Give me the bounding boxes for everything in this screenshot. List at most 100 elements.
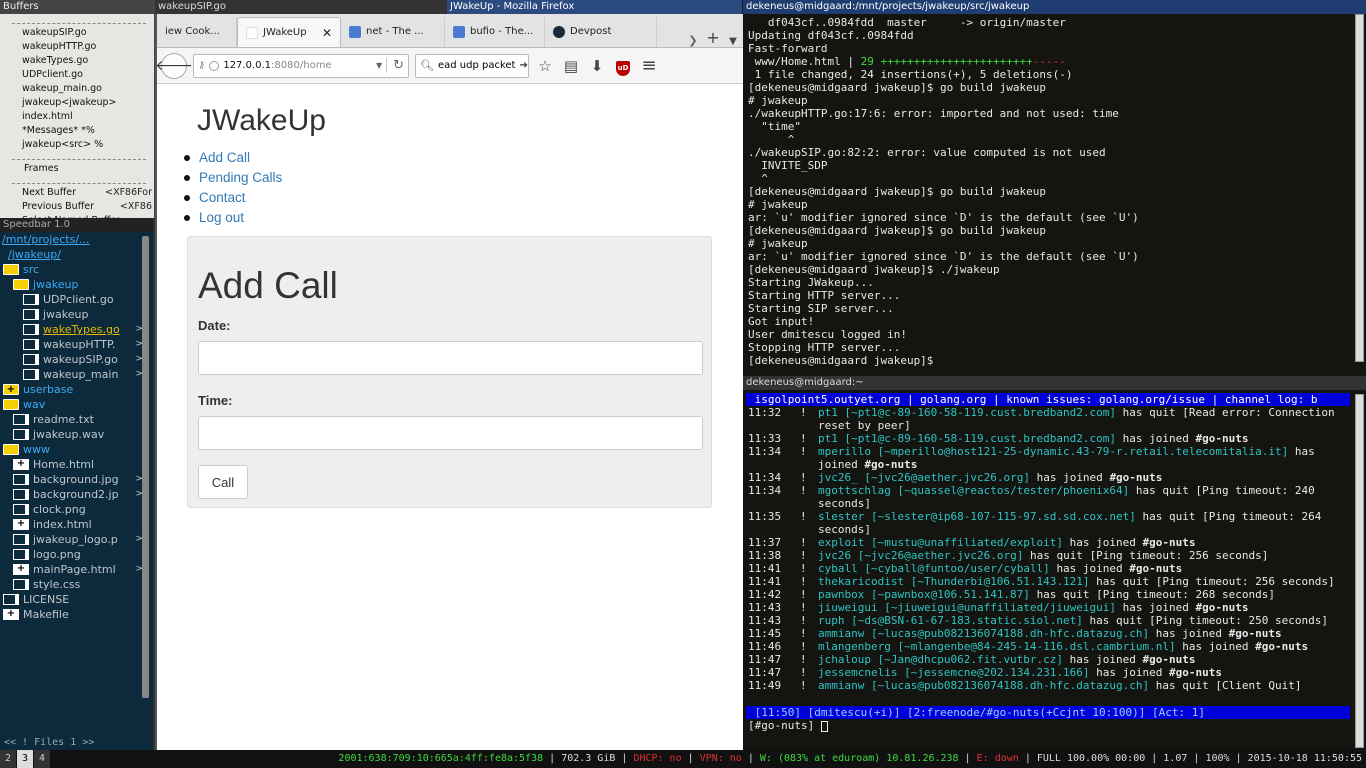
speedbar-path[interactable]: /mnt/projects/... — [0, 232, 153, 247]
ublock-icon[interactable]: uD — [613, 56, 633, 76]
site-info-icon[interactable] — [209, 60, 220, 71]
search-bar[interactable]: 🔍︎ ead udp packet ➔ — [415, 53, 529, 78]
irc-detail: #go-nuts — [1109, 471, 1163, 484]
irc-nick[interactable]: ammianw — [818, 679, 864, 692]
speedbar-scrollbar[interactable] — [142, 236, 149, 698]
terminal-scrollbar[interactable] — [1355, 14, 1364, 362]
speedbar-entry[interactable]: clock.png — [0, 502, 153, 517]
speedbar-entry[interactable]: jwakeup — [0, 307, 153, 322]
irc-nick[interactable]: pt1 — [818, 406, 838, 419]
speedbar-entry[interactable]: wakeupHTTP. > — [0, 337, 153, 352]
irc-nick[interactable]: jessemcnelis — [818, 666, 897, 679]
speedbar-entry[interactable]: + Makefile — [0, 607, 153, 622]
buffer-menu-item[interactable]: wakeupHTTP.go — [0, 40, 154, 54]
speedbar-entry[interactable]: jwakeup — [0, 277, 153, 292]
irc-nick[interactable]: mperillo — [818, 445, 871, 458]
file-expand-icon: + — [13, 519, 29, 530]
reload-icon[interactable]: ↻ — [386, 58, 404, 73]
disk-free: 702.3 GiB — [561, 753, 616, 764]
speedbar-entry[interactable]: readme.txt — [0, 412, 153, 427]
frames-menu-item[interactable]: Frames — [0, 162, 154, 176]
irc-nick[interactable]: pt1 — [818, 432, 838, 445]
hamburger-menu-icon[interactable]: ≡ — [639, 55, 659, 76]
irc-nick[interactable]: jvc26 — [818, 549, 851, 562]
speedbar-path-dir[interactable]: /jwakeup/ — [0, 247, 153, 262]
url-dropdown-icon[interactable]: ▼ — [376, 61, 382, 70]
irc-event-marker: ! — [800, 562, 807, 575]
speedbar-entry[interactable]: jwakeup_logo.p > — [0, 532, 153, 547]
new-tab-icon[interactable]: + — [703, 28, 723, 47]
nav-link[interactable]: Add Call — [199, 148, 250, 168]
date-input[interactable] — [198, 341, 703, 375]
bookmark-star-icon[interactable]: ☆ — [535, 57, 555, 75]
browser-tab[interactable]: Devpost — [545, 17, 657, 47]
buffer-menu-item[interactable]: *Messages* *% — [0, 124, 154, 138]
speedbar-entry[interactable]: + Home.html — [0, 457, 153, 472]
browser-tab[interactable]: iew Cook... — [157, 17, 237, 47]
workspace-button[interactable]: 4 — [34, 750, 50, 768]
browser-tab[interactable]: net - The ... — [341, 17, 445, 47]
speedbar-entry[interactable]: LICENSE — [0, 592, 153, 607]
browser-tab[interactable]: bufio - The... — [445, 17, 545, 47]
close-tab-icon[interactable]: ✕ — [322, 18, 332, 47]
irc-nick[interactable]: slester — [818, 510, 864, 523]
irc-nick[interactable]: ruph — [818, 614, 845, 627]
time-input[interactable] — [198, 416, 703, 450]
speedbar-entry[interactable]: background.jpg > — [0, 472, 153, 487]
speedbar-entry[interactable]: + mainPage.html > — [0, 562, 153, 577]
irc-message-body: slester [~slester@ip68-107-115-97.sd.sd.… — [818, 510, 1348, 536]
nav-link[interactable]: Pending Calls — [199, 168, 282, 188]
tab-scroll-right-icon[interactable]: ❯ — [683, 34, 703, 47]
speedbar-entry[interactable]: UDPclient.go — [0, 292, 153, 307]
nav-link[interactable]: Log out — [199, 208, 244, 228]
workspace-button[interactable]: 3 — [17, 750, 33, 768]
buffer-menu-item[interactable]: UDPclient.go — [0, 68, 154, 82]
speedbar-entry[interactable]: wakeup_main > — [0, 367, 153, 382]
speedbar-entry[interactable]: wakeTypes.go > — [0, 322, 153, 337]
browser-tab[interactable]: JWakeUp ✕ — [237, 17, 341, 47]
url-bar[interactable]: ⚷ 127.0.0.1:8080/home ▼ ↻ — [193, 53, 409, 78]
search-go-icon[interactable]: ➔ — [519, 60, 527, 71]
buffer-menu-item[interactable]: wakeupSIP.go — [0, 26, 154, 40]
identity-key-icon[interactable]: ⚷ — [198, 60, 205, 71]
speedbar-entry[interactable]: + userbase — [0, 382, 153, 397]
irc-input[interactable]: [#go-nuts] — [743, 719, 1366, 732]
tab-list-icon[interactable]: ▼ — [723, 36, 743, 47]
speedbar-entry[interactable]: background2.jp > — [0, 487, 153, 502]
speedbar-entry[interactable]: jwakeup.wav — [0, 427, 153, 442]
buffer-menu-item[interactable]: wakeTypes.go — [0, 54, 154, 68]
irc-nick[interactable]: thekaricodist — [818, 575, 904, 588]
irc-nick[interactable]: jvc26_ — [818, 471, 858, 484]
speedbar-entry[interactable]: logo.png — [0, 547, 153, 562]
buffer-menu-item[interactable]: wakeup_main.go — [0, 82, 154, 96]
reading-list-icon[interactable]: ▤ — [561, 57, 581, 75]
irc-nick[interactable]: exploit — [818, 536, 864, 549]
search-input[interactable]: ead udp packet — [438, 60, 516, 71]
buffer-menu-item[interactable]: jwakeup<jwakeup> — [0, 96, 154, 110]
file-icon — [23, 294, 39, 305]
speedbar-entry[interactable]: + index.html — [0, 517, 153, 532]
irc-host: [~pt1@c-89-160-58-119.cust.bredband2.com… — [844, 432, 1117, 445]
buffer-command-item[interactable]: Next Buffer <XF86For — [0, 186, 154, 200]
buffer-menu-item[interactable]: index.html — [0, 110, 154, 124]
buffer-menu-item[interactable]: jwakeup<src> % — [0, 138, 154, 152]
speedbar-entry[interactable]: wakeupSIP.go > — [0, 352, 153, 367]
speedbar-entry[interactable]: style.css — [0, 577, 153, 592]
irc-nick[interactable]: cyball — [818, 562, 858, 575]
call-button[interactable]: Call — [198, 465, 248, 499]
speedbar-entry[interactable]: src — [0, 262, 153, 277]
nav-link[interactable]: Contact — [199, 188, 246, 208]
speedbar-entry[interactable]: wav — [0, 397, 153, 412]
speedbar-entry[interactable]: www — [0, 442, 153, 457]
irc-nick[interactable]: mgottschlag — [818, 484, 891, 497]
irc-nick[interactable]: jchaloup — [818, 653, 871, 666]
buffer-command-item[interactable]: Previous Buffer <XF86 — [0, 200, 154, 214]
irc-nick[interactable]: jiuweigui — [818, 601, 878, 614]
irc-nick[interactable]: ammianw — [818, 627, 864, 640]
irc-nick[interactable]: pawnbox — [818, 588, 864, 601]
irc-scrollbar[interactable] — [1355, 394, 1364, 748]
back-button[interactable]: 🡐 — [155, 52, 193, 79]
irc-nick[interactable]: mlangenberg — [818, 640, 891, 653]
workspace-button[interactable]: 2 — [0, 750, 16, 768]
downloads-icon[interactable]: ⬇ — [587, 57, 607, 75]
